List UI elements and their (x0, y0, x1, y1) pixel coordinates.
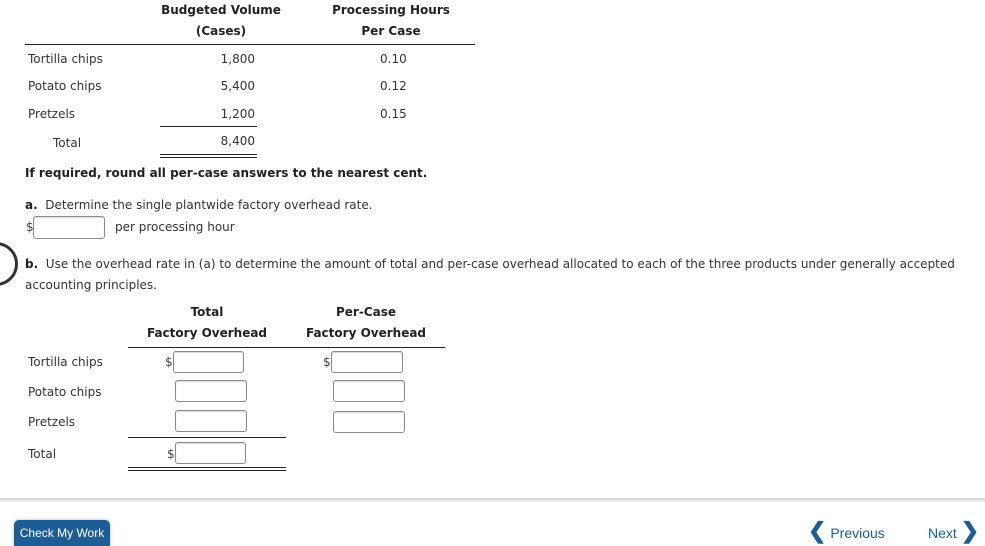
total-double-rule (128, 467, 286, 471)
total-label: Total (53, 136, 82, 150)
tortilla-total-overhead-input[interactable] (173, 351, 244, 373)
hours-header-line2: Per Case (361, 24, 421, 38)
part-b-question: b. Use the overhead rate in (a) to deter… (25, 254, 970, 296)
total-overhead-input[interactable] (175, 442, 246, 464)
row-label: Tortilla chips (28, 355, 103, 369)
row-label: Tortilla chips (28, 52, 103, 66)
currency-symbol: $ (323, 355, 331, 369)
row-label: Potato chips (28, 385, 102, 399)
next-button[interactable]: Next ❯ (928, 520, 979, 544)
total-overhead-header-line2: Factory Overhead (146, 326, 268, 340)
per-case-overhead-header: Per-Case Factory Overhead (298, 302, 434, 344)
rounding-instruction: If required, round all per-case answers … (25, 166, 428, 180)
volume-header: Budgeted Volume (Cases) (160, 0, 282, 42)
focus-indicator-icon (0, 242, 18, 286)
potato-total-overhead-input[interactable] (175, 380, 247, 402)
hours-value: 0.15 (380, 107, 407, 121)
volume-value: 1,200 (220, 107, 255, 121)
rate-unit-label: per processing hour (115, 220, 235, 234)
subtotal-rule (160, 126, 257, 127)
header-rule (128, 347, 445, 348)
total-double-rule (160, 154, 257, 158)
volume-value: 1,800 (220, 52, 255, 66)
currency-symbol: $ (167, 447, 175, 461)
chevron-left-icon: ❮ (808, 518, 827, 543)
hours-value: 0.12 (380, 79, 407, 93)
per-case-overhead-header-line2: Factory Overhead (305, 326, 427, 340)
hours-header: Processing Hours Per Case (325, 0, 457, 42)
volume-header-line2: (Cases) (195, 24, 247, 38)
hours-header-line1: Processing Hours (332, 3, 450, 17)
part-b-letter: b. (25, 257, 39, 271)
part-a-letter: a. (25, 198, 38, 212)
per-case-overhead-header-line1: Per-Case (335, 305, 397, 319)
plantwide-rate-input[interactable] (33, 216, 105, 239)
part-b-text: Use the overhead rate in (a) to determin… (25, 257, 955, 292)
hours-value: 0.10 (380, 52, 407, 66)
header-rule (25, 44, 475, 45)
currency-symbol: $ (165, 355, 173, 369)
total-volume-value: 8,400 (220, 134, 255, 148)
previous-button[interactable]: ❮ Previous (808, 520, 885, 544)
row-label: Pretzels (28, 415, 76, 429)
part-a-question: a. Determine the single plantwide factor… (25, 198, 373, 212)
pretzels-per-case-overhead-input[interactable] (333, 411, 405, 433)
subtotal-rule (128, 437, 286, 438)
row-label: Pretzels (28, 107, 76, 121)
total-overhead-header: Total Factory Overhead (140, 302, 274, 344)
tortilla-per-case-overhead-input[interactable] (331, 351, 403, 373)
volume-header-line1: Budgeted Volume (161, 3, 281, 17)
part-a-text: Determine the single plantwide factory o… (45, 198, 373, 212)
footer-divider (0, 498, 985, 502)
total-overhead-header-line1: Total (190, 305, 224, 319)
chevron-right-icon: ❯ (960, 518, 980, 543)
volume-value: 5,400 (220, 79, 255, 93)
total-label: Total (28, 447, 57, 461)
row-label: Potato chips (28, 79, 102, 93)
potato-per-case-overhead-input[interactable] (333, 380, 405, 402)
pretzels-total-overhead-input[interactable] (175, 410, 247, 432)
check-my-work-button[interactable]: Check My Work (14, 520, 110, 546)
